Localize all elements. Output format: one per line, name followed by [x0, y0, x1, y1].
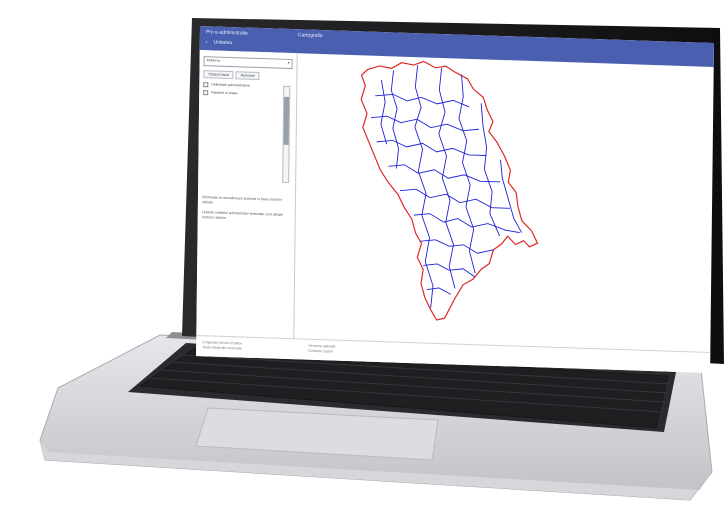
- sidebar: Moldova ▾ Straturi harta Raionare Delimi…: [196, 50, 298, 339]
- layer-label: Delimitare administrativa: [211, 82, 250, 88]
- scrollbar-thumb[interactable]: [283, 96, 290, 145]
- footer-link[interactable]: Contacte suport: [308, 349, 335, 355]
- checkbox[interactable]: [203, 89, 209, 95]
- tab-districts[interactable]: Raionare: [235, 71, 260, 80]
- footer-left: © Agentia Servicii Publice Toate dreptur…: [202, 340, 242, 351]
- info-paragraph: Limitele unitatilor administrativ-terito…: [201, 210, 284, 220]
- subnav-label[interactable]: Unitatea: [213, 39, 232, 46]
- layer-label: Raioane si orase: [211, 90, 238, 96]
- scrollbar[interactable]: [282, 85, 291, 184]
- layer-list: Delimitare administrativa Raioane si ora…: [203, 80, 277, 98]
- footer-middle: Versiune aplicatie Contacte suport: [308, 344, 336, 355]
- moldova-map[interactable]: [294, 53, 713, 352]
- app-title[interactable]: Pro e-administratie: [206, 29, 248, 36]
- info-text: Informatia se actualizeaza automat in ba…: [202, 195, 288, 228]
- sidebar-tabs: Straturi harta Raionare: [203, 70, 262, 80]
- chevron-down-icon: ▾: [287, 60, 290, 65]
- country-border: [360, 60, 539, 321]
- info-paragraph: Informatia se actualizeaza automat in ba…: [201, 195, 282, 205]
- page-title: Cartografie: [297, 32, 323, 40]
- tab-layers[interactable]: Straturi harta: [203, 70, 234, 80]
- laptop-scene: Pro e-administratie ‹ Unitatea Cartograf…: [0, 0, 728, 505]
- list-item[interactable]: Raioane si orase: [203, 88, 277, 98]
- subnav[interactable]: ‹ Unitatea: [206, 39, 232, 46]
- app-screen: Pro e-administratie ‹ Unitatea Cartograf…: [196, 26, 715, 373]
- chevron-left-icon[interactable]: ‹: [206, 39, 208, 45]
- region-select[interactable]: Moldova ▾: [203, 56, 293, 70]
- map-canvas[interactable]: [294, 53, 713, 352]
- footer-text: Toate drepturile rezervate: [202, 345, 242, 351]
- region-select-value: Moldova: [206, 58, 220, 63]
- checkbox[interactable]: [203, 81, 209, 87]
